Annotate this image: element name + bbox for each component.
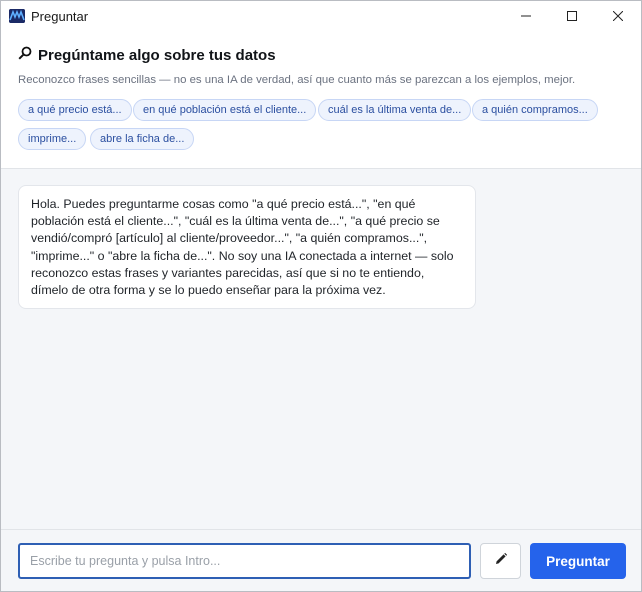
example-chip[interactable]: imprime...	[18, 128, 87, 150]
example-chip[interactable]: en qué población está el cliente...	[133, 99, 317, 121]
close-button[interactable]	[595, 1, 641, 32]
question-input[interactable]	[18, 543, 471, 579]
edit-button[interactable]	[480, 543, 521, 579]
maximize-icon	[567, 8, 577, 26]
assistant-message: Hola. Puedes preguntarme cosas como "a q…	[18, 185, 476, 310]
pencil-icon	[494, 552, 508, 571]
app-logo-icon	[9, 9, 25, 23]
chat-area[interactable]: Hola. Puedes preguntarme cosas como "a q…	[1, 169, 641, 529]
subtitle: Reconozco frases sencillas — no es una I…	[18, 74, 576, 86]
window-title: Preguntar	[31, 9, 89, 24]
example-chip[interactable]: abre la ficha de...	[90, 128, 195, 150]
close-icon	[612, 8, 624, 26]
search-icon	[18, 46, 32, 65]
example-chip[interactable]: cuál es la última venta de...	[318, 99, 472, 121]
input-bar: Preguntar	[1, 529, 641, 591]
title-bar[interactable]: Preguntar	[1, 1, 641, 32]
page-title-text: Pregúntame algo sobre tus datos	[38, 47, 276, 64]
maximize-button[interactable]	[549, 1, 595, 32]
example-chip[interactable]: a quién compramos...	[472, 99, 598, 121]
example-chip[interactable]: a qué precio está...	[18, 99, 132, 121]
ask-header: Pregúntame algo sobre tus datos Reconozc…	[1, 32, 641, 169]
minimize-icon	[521, 8, 531, 26]
ask-button[interactable]: Preguntar	[530, 543, 626, 579]
ask-window: Preguntar Pregúntame algo sobre tus dato…	[0, 0, 642, 592]
page-title: Pregúntame algo sobre tus datos	[18, 46, 276, 65]
minimize-button[interactable]	[503, 1, 549, 32]
